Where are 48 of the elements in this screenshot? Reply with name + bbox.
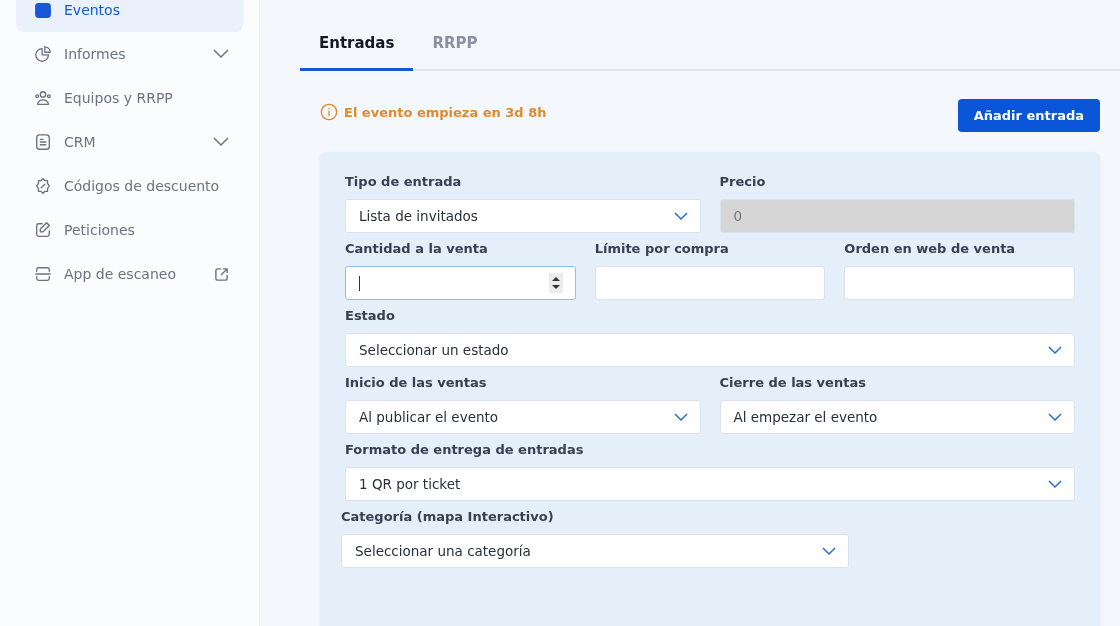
chevron-down-icon: [673, 212, 688, 220]
select-field[interactable]: Al publicar el evento: [345, 400, 701, 434]
field-label: Precio: [719, 174, 767, 189]
sidebar-item[interactable]: Informes: [16, 32, 243, 76]
sidebar-item[interactable]: Eventos: [16, 0, 243, 32]
chevron-down-icon: [822, 547, 836, 555]
number-field[interactable]: [345, 266, 576, 300]
pie-chart-icon: [34, 45, 52, 63]
sidebar-item[interactable]: Peticiones: [16, 208, 243, 252]
edit-icon: [34, 221, 52, 239]
sidebar-item[interactable]: Códigos de descuento: [16, 164, 243, 208]
tab[interactable]: Entradas: [300, 28, 414, 71]
sidebar-item[interactable]: App de escaneo: [16, 252, 243, 296]
field-label: Formato de entrega de entradas: [345, 442, 585, 457]
tab[interactable]: RRPP: [413, 28, 497, 71]
select-field[interactable]: Seleccionar una categoría: [341, 534, 849, 568]
scan-icon: [34, 265, 52, 283]
select-field[interactable]: Seleccionar un estado: [345, 333, 1075, 367]
field-label: Tipo de entrada: [345, 174, 463, 189]
chevron-down-icon: [1048, 413, 1062, 421]
field-label: Orden en web de venta: [844, 241, 1017, 256]
chevron-down-icon: [213, 49, 229, 59]
input-field[interactable]: [594, 266, 826, 300]
spinner-arrows-icon[interactable]: [548, 273, 563, 293]
people-icon: [34, 89, 52, 107]
sidebar-item[interactable]: Equipos y RRPP: [16, 76, 243, 120]
field-label: Estado: [345, 308, 396, 323]
document-icon: [34, 133, 52, 151]
event-start-notice: El evento empieza en 3d 8h: [344, 104, 547, 120]
select-field[interactable]: Al empezar el evento: [719, 400, 1075, 434]
sidebar-item[interactable]: CRM: [16, 120, 243, 164]
chevron-down-icon: [213, 137, 229, 147]
external-link-icon: [214, 266, 229, 282]
chevron-down-icon: [673, 413, 688, 421]
discount-badge-icon: [34, 177, 52, 195]
chevron-down-icon: [1048, 480, 1062, 488]
field-label: Cierre de las ventas: [719, 375, 867, 390]
select-field[interactable]: 1 QR por ticket: [345, 467, 1075, 501]
field-label: Cantidad a la venta: [345, 241, 489, 256]
field-label: Categoría (mapa Interactivo): [341, 509, 555, 524]
select-field[interactable]: Lista de invitados: [345, 199, 701, 233]
add-ticket-button[interactable]: Añadir entrada: [957, 99, 1100, 132]
field-label: Límite por compra: [594, 241, 730, 256]
input-field[interactable]: [844, 266, 1075, 300]
chevron-down-icon: [1048, 346, 1062, 354]
field-label: Inicio de las ventas: [345, 375, 488, 390]
info-icon: [320, 103, 338, 121]
text-cursor: [359, 275, 360, 291]
